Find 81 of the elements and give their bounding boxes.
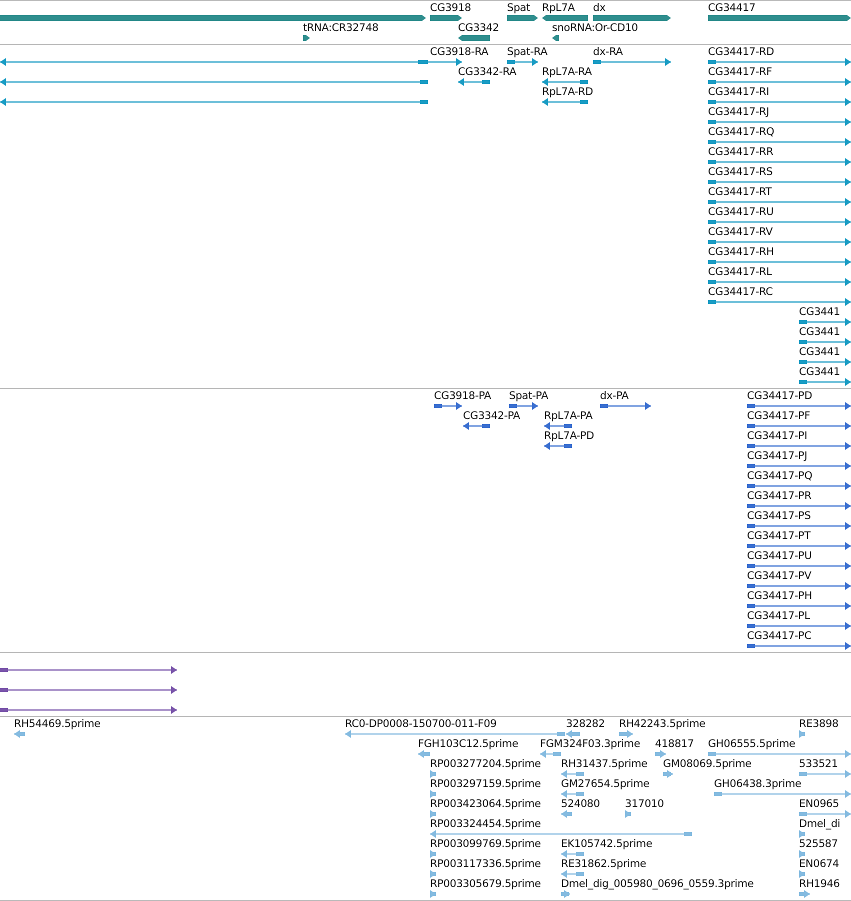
feature-label[interactable]: 418817 bbox=[655, 738, 694, 751]
feature-label[interactable]: CG34417-RH bbox=[708, 246, 774, 259]
feature-label[interactable]: CG34417-PU bbox=[747, 550, 812, 563]
feature-label[interactable]: CG34417-RT bbox=[708, 186, 772, 199]
feature-label[interactable]: CG34417-PV bbox=[747, 570, 812, 583]
feature-label[interactable]: RH1946 bbox=[799, 878, 840, 891]
feature-label[interactable]: CG34417-PC bbox=[747, 630, 812, 643]
feature-label[interactable]: CG34417-RQ bbox=[708, 126, 774, 139]
feature-label[interactable]: GM27654.5prime bbox=[561, 778, 650, 791]
feature-label[interactable]: EN0965 bbox=[799, 798, 840, 811]
feature-label[interactable]: Dmel_di bbox=[799, 818, 840, 831]
feature-label[interactable]: CG34417-PR bbox=[747, 490, 812, 503]
feature-label[interactable]: CG3441 bbox=[799, 326, 840, 339]
feature-label[interactable]: 317010 bbox=[625, 798, 664, 811]
feature-label[interactable]: CG3342-PA bbox=[463, 410, 520, 423]
feature-label[interactable]: RP003423064.5prime bbox=[430, 798, 541, 811]
feature-label[interactable]: RH54469.5prime bbox=[14, 718, 100, 731]
feature-label[interactable]: 533521 bbox=[799, 758, 838, 771]
feature-label[interactable]: GM08069.5prime bbox=[663, 758, 752, 771]
feature-label[interactable]: CG34417-RU bbox=[708, 206, 774, 219]
feature-label[interactable]: RpL7A-PD bbox=[544, 430, 594, 443]
feature-label[interactable]: dx-PA bbox=[600, 390, 629, 403]
feature-label[interactable]: RE31862.5prime bbox=[561, 858, 646, 871]
feature-label[interactable]: RP003099769.5prime bbox=[430, 838, 541, 851]
feature-label[interactable]: CG34417-PH bbox=[747, 590, 812, 603]
feature-label[interactable]: RpL7A-PA bbox=[544, 410, 592, 423]
feature-label[interactable]: CG34417-PD bbox=[747, 390, 812, 403]
feature-label[interactable]: Spat-PA bbox=[509, 390, 548, 403]
feature-label[interactable]: snoRNA:Or-CD10 bbox=[552, 22, 638, 35]
feature-label[interactable]: 525587 bbox=[799, 838, 838, 851]
feature-label[interactable]: RpL7A bbox=[542, 2, 575, 15]
feature-label[interactable]: RpL7A-RA bbox=[542, 66, 592, 79]
feature-label[interactable]: GH06438.3prime bbox=[714, 778, 802, 791]
feature-label[interactable]: CG3441 bbox=[799, 366, 840, 379]
feature-label[interactable]: CG34417-PL bbox=[747, 610, 810, 623]
feature-label[interactable]: CG34417-PT bbox=[747, 530, 810, 543]
feature-label[interactable]: CG34417-RJ bbox=[708, 106, 770, 119]
feature-label[interactable]: CG34417-PF bbox=[747, 410, 810, 423]
feature-label[interactable]: dx-RA bbox=[593, 46, 623, 59]
feature-label[interactable]: RP003277204.5prime bbox=[430, 758, 541, 771]
feature-label[interactable]: CG3342 bbox=[458, 22, 499, 35]
feature-label[interactable]: CG3918-RA bbox=[430, 46, 488, 59]
feature-label[interactable]: CG3441 bbox=[799, 306, 840, 319]
feature-label[interactable]: RP003117336.5prime bbox=[430, 858, 541, 871]
feature-label[interactable]: RP003324454.5prime bbox=[430, 818, 541, 831]
feature-label[interactable]: tRNA:CR32748 bbox=[303, 22, 378, 35]
feature-label[interactable]: EN0674 bbox=[799, 858, 840, 871]
feature-label[interactable]: CG34417-PS bbox=[747, 510, 811, 523]
feature-label[interactable]: RpL7A-RD bbox=[542, 86, 594, 99]
feature-label[interactable]: CG34417-RD bbox=[708, 46, 774, 59]
feature-label[interactable]: CG34417-RV bbox=[708, 226, 773, 239]
feature-label[interactable]: CG3918 bbox=[430, 2, 471, 15]
feature-label[interactable]: CG34417-RI bbox=[708, 86, 770, 99]
feature-label[interactable]: RH42243.5prime bbox=[619, 718, 706, 731]
feature-label[interactable]: CG34417-PJ bbox=[747, 450, 808, 463]
feature-label[interactable]: CG34417-RL bbox=[708, 266, 772, 279]
feature-label[interactable]: CG34417 bbox=[708, 2, 756, 15]
feature-label[interactable]: CG3918-PA bbox=[434, 390, 492, 403]
feature-label[interactable]: dx bbox=[593, 2, 606, 15]
feature-label[interactable]: FGM324F03.3prime bbox=[540, 738, 640, 751]
feature-label[interactable]: FGH103C12.5prime bbox=[418, 738, 518, 751]
feature-label[interactable]: CG3342-RA bbox=[458, 66, 516, 79]
feature-label[interactable]: RE3898 bbox=[799, 718, 838, 731]
feature-label[interactable]: EK105742.5prime bbox=[561, 838, 652, 851]
feature-label[interactable]: RP003297159.5prime bbox=[430, 778, 541, 791]
feature-label[interactable]: Dmel_dig_005980_0696_0559.3prime bbox=[561, 878, 754, 891]
feature-label[interactable]: CG34417-PQ bbox=[747, 470, 812, 483]
feature-label[interactable]: CG34417-RR bbox=[708, 146, 774, 159]
feature-label[interactable]: RP003305679.5prime bbox=[430, 878, 541, 891]
feature-label[interactable]: 524080 bbox=[561, 798, 600, 811]
feature-label[interactable]: CG34417-RC bbox=[708, 286, 773, 299]
feature-label[interactable]: CG3441 bbox=[799, 346, 840, 359]
feature-label[interactable]: CG34417-RS bbox=[708, 166, 773, 179]
feature-label[interactable]: Spat bbox=[507, 2, 530, 15]
feature-label[interactable]: CG34417-PI bbox=[747, 430, 808, 443]
feature-label[interactable]: Spat-RA bbox=[507, 46, 548, 59]
feature-label[interactable]: CG34417-RF bbox=[708, 66, 772, 79]
feature-label[interactable]: 328282 bbox=[566, 718, 605, 731]
feature-label[interactable]: RC0-DP0008-150700-011-F09 bbox=[345, 718, 497, 731]
feature-label[interactable]: GH06555.5prime bbox=[708, 738, 796, 751]
feature-label[interactable]: RH31437.5prime bbox=[561, 758, 648, 771]
